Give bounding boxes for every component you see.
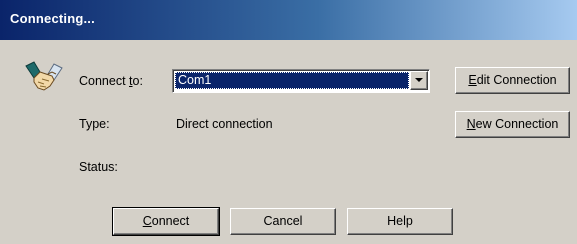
new-connection-label: ew Connection (475, 117, 559, 131)
type-label: Type: (79, 117, 110, 131)
new-connection-mnemonic: N (466, 117, 476, 131)
cancel-label: Cancel (263, 214, 303, 228)
connect-to-label-prefix: Connect (79, 74, 130, 88)
handshake-icon (24, 60, 64, 96)
status-label: Status: (79, 160, 118, 174)
cancel-button[interactable]: Cancel (230, 208, 336, 235)
edit-connection-mnemonic: E (468, 73, 477, 87)
connect-mnemonic: C (142, 214, 152, 228)
connect-to-selected-value: Com1 (175, 72, 409, 89)
edit-connection-button[interactable]: Edit Connection (455, 67, 570, 94)
connect-to-label-suffix: o: (132, 74, 143, 88)
connect-to-dropdown[interactable]: Com1 (172, 69, 430, 93)
help-button[interactable]: Help (347, 208, 453, 235)
connecting-dialog: Connecting... Connect to: Com1 Edit Conn… (0, 0, 577, 244)
connect-label: onnect (151, 214, 190, 228)
title-bar[interactable]: Connecting... (0, 0, 577, 40)
edit-connection-label: dit Connection (476, 73, 557, 87)
connect-to-label: Connect to: (79, 74, 143, 88)
connect-button[interactable]: Connect (112, 207, 220, 236)
type-value: Direct connection (176, 117, 273, 131)
chevron-down-icon[interactable] (410, 71, 428, 90)
window-title: Connecting... (10, 11, 95, 26)
help-label: Help (387, 214, 413, 228)
new-connection-button[interactable]: New Connection (455, 111, 570, 138)
